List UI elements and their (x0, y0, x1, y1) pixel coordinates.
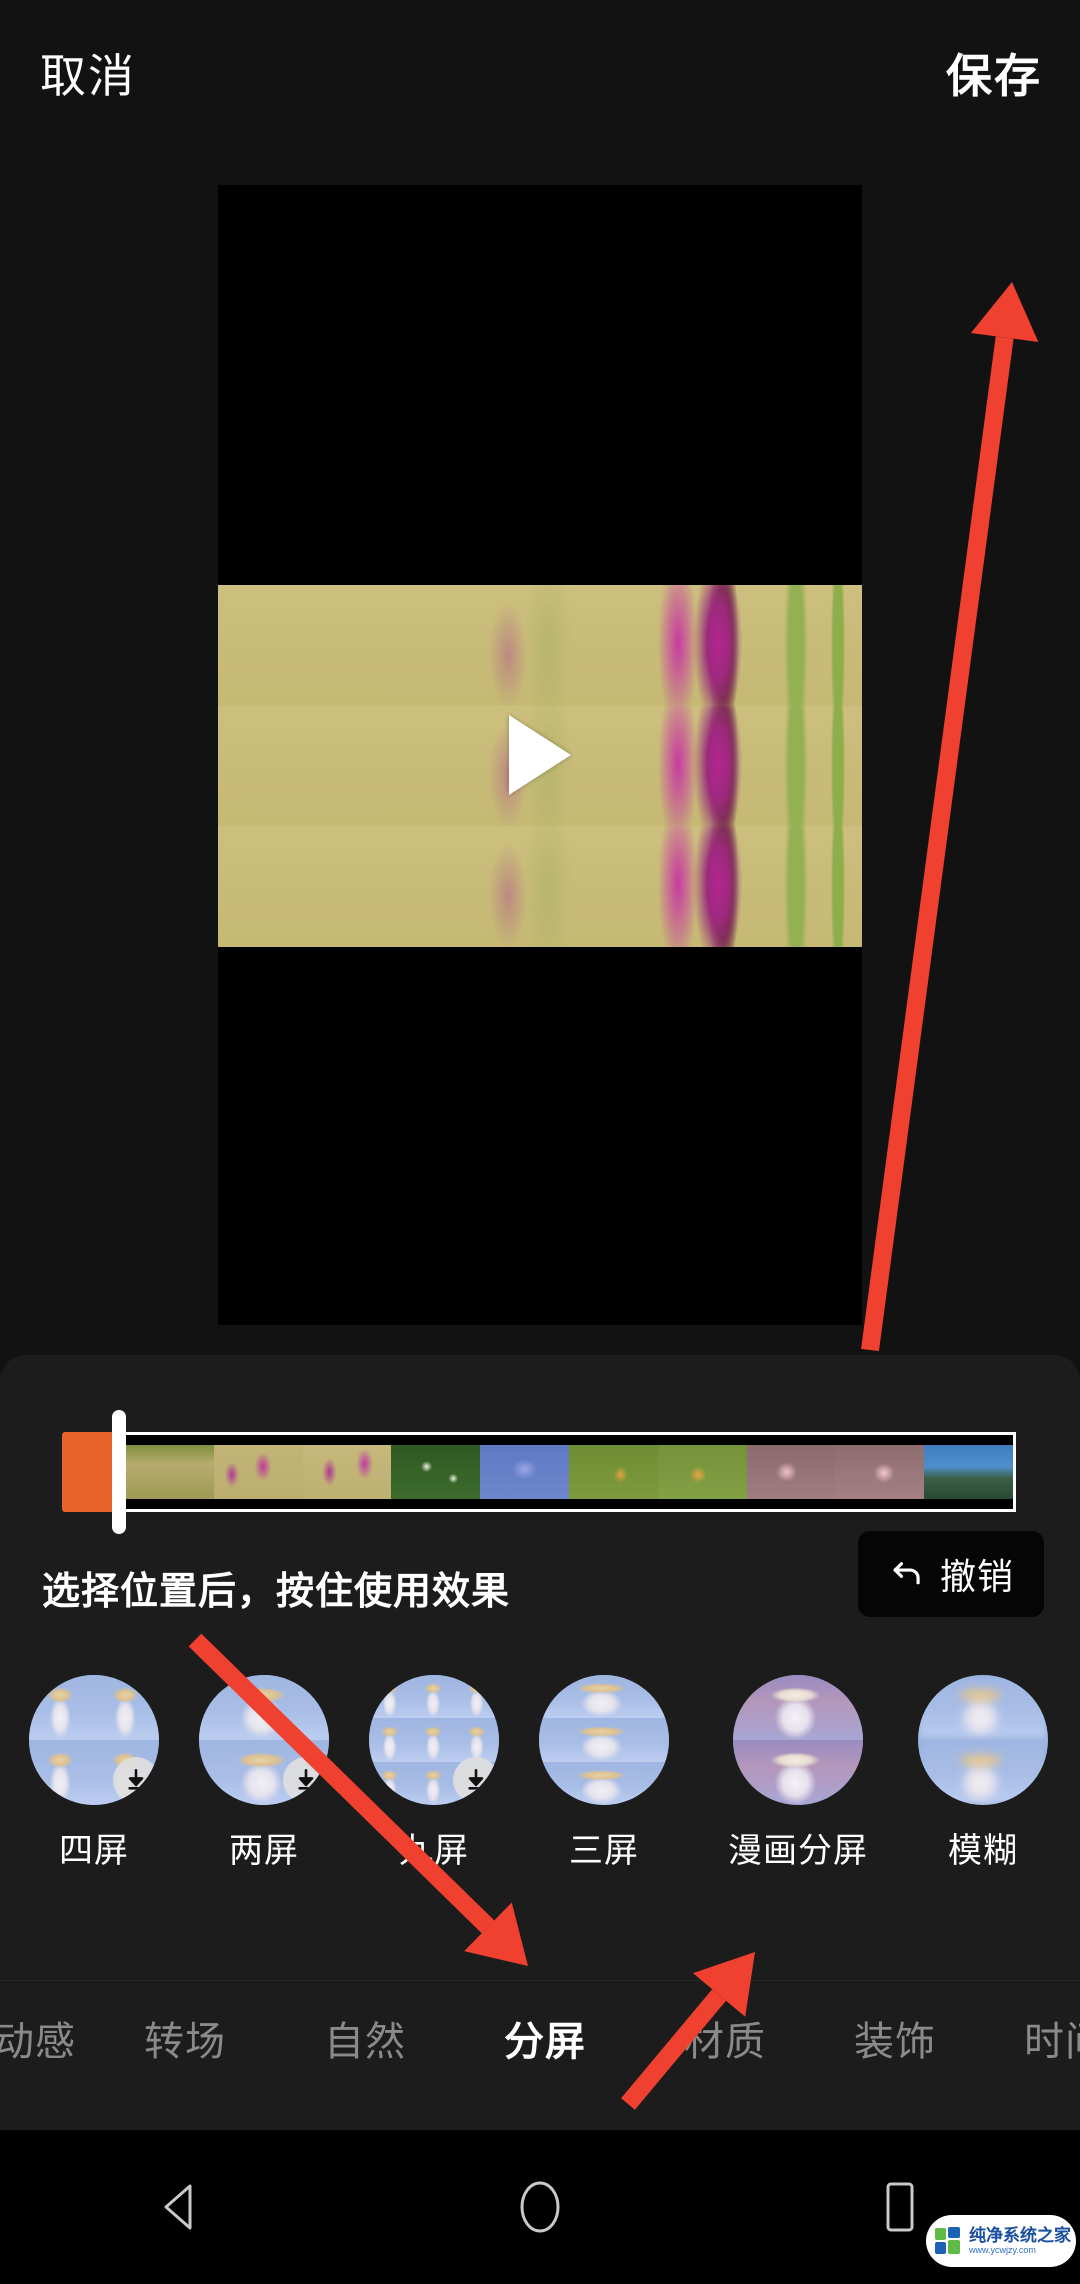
timeline-playhead[interactable] (112, 1410, 126, 1534)
timeline-frame (480, 1435, 569, 1509)
timeline-frame (302, 1435, 392, 1509)
site-watermark: 纯净系统之家 www.ycwjzy.com (926, 2215, 1076, 2267)
effects-list[interactable]: 四屏 两屏 九屏 三屏 漫画分屏 模糊 (0, 1675, 1080, 1905)
effect-thumbnail[interactable] (918, 1675, 1048, 1805)
android-navbar (0, 2130, 1080, 2284)
effect-label: 四屏 (59, 1832, 129, 1870)
effect-preview-grid (733, 1675, 863, 1805)
effect-item-漫画分屏[interactable]: 漫画分屏 (708, 1675, 888, 1872)
play-icon[interactable] (509, 715, 571, 795)
effect-item-两屏[interactable]: 两屏 (198, 1675, 330, 1872)
category-tabs[interactable]: 动感转场自然分屏材质装饰时间 (0, 1981, 1080, 2091)
tab-装饰[interactable]: 装饰 (830, 2009, 960, 2067)
tab-转场[interactable]: 转场 (120, 2009, 250, 2067)
effect-preview-cell (733, 1740, 863, 1805)
download-arrow-icon[interactable] (283, 1757, 329, 1803)
effect-preview-cell (539, 1761, 669, 1805)
effect-thumbnail[interactable] (369, 1675, 499, 1805)
circle-home-icon (520, 2181, 560, 2233)
effect-preview-cell (369, 1675, 413, 1719)
category-tabs-bar: 动感转场自然分屏材质装饰时间 (0, 1980, 1080, 2131)
effect-preview-grid (918, 1675, 1048, 1805)
effect-preview-cell (29, 1740, 94, 1805)
timeline-filmstrip[interactable] (122, 1432, 1016, 1512)
effect-preview-cell (539, 1718, 669, 1762)
video-canvas[interactable] (218, 185, 862, 1325)
effect-preview-cell (199, 1675, 329, 1740)
undo-arrow-icon (893, 1562, 920, 1585)
effect-thumbnail[interactable] (29, 1675, 159, 1805)
timeline-frame (657, 1435, 747, 1509)
preview-stage (0, 160, 1080, 1355)
effect-label: 两屏 (229, 1832, 299, 1870)
effect-preview-cell (733, 1675, 863, 1740)
timeline-frame (924, 1435, 1013, 1509)
watermark-url: www.ycwjzy.com (969, 2245, 1036, 2255)
app-root: 取消 保存 选择位置后，按住使用效果 撤销 四屏 两屏 九屏 三屏 漫画分屏 模… (0, 0, 1080, 2284)
download-arrow-icon[interactable] (113, 1757, 159, 1803)
effect-label: 三屏 (569, 1832, 639, 1870)
timeline-frame (213, 1435, 303, 1509)
tab-时间[interactable]: 时间 (1000, 2009, 1080, 2067)
undo-label: 撤销 (939, 1556, 1014, 1597)
download-arrow-icon[interactable] (453, 1757, 499, 1803)
timeline-frame (835, 1435, 924, 1509)
effect-thumbnail[interactable] (539, 1675, 669, 1805)
effect-thumbnail[interactable] (199, 1675, 329, 1805)
effect-preview-cell (918, 1675, 1048, 1740)
squares-logo-icon (934, 2226, 964, 2256)
app-header: 取消 保存 (0, 0, 1080, 160)
tab-分屏[interactable]: 分屏 (480, 2009, 610, 2067)
effect-thumbnail[interactable] (733, 1675, 863, 1805)
effect-preview-cell (412, 1675, 456, 1719)
tab-材质[interactable]: 材质 (660, 2009, 790, 2067)
save-button[interactable]: 保存 (946, 48, 1042, 104)
split-tile (218, 826, 862, 947)
effect-label: 九屏 (399, 1832, 469, 1870)
watermark-title: 纯净系统之家 (969, 2226, 1071, 2245)
effect-preview-cell (412, 1718, 456, 1762)
split-tile (218, 585, 862, 706)
effect-preview-cell (539, 1675, 669, 1719)
timeline-frame (391, 1435, 480, 1509)
triangle-back-icon (164, 2184, 192, 2230)
square-recents-icon (886, 2182, 914, 2232)
effect-preview-cell (369, 1718, 413, 1762)
effect-preview-cell (369, 1761, 413, 1805)
effect-preview-cell (918, 1740, 1048, 1805)
effect-item-九屏[interactable]: 九屏 (368, 1675, 500, 1872)
effect-item-模糊[interactable]: 模糊 (908, 1675, 1058, 1872)
effect-preview-cell (29, 1675, 94, 1740)
effect-preview-grid (539, 1675, 669, 1805)
tab-动感[interactable]: 动感 (0, 2009, 100, 2067)
editor-panel: 选择位置后，按住使用效果 撤销 四屏 两屏 九屏 三屏 漫画分屏 模糊 动感 转场 自然 分屏材… (0, 1355, 1080, 2130)
effect-label: 漫画分屏 (728, 1832, 868, 1870)
nav-home-button[interactable] (360, 2179, 720, 2235)
effect-item-四屏[interactable]: 四屏 (28, 1675, 160, 1872)
undo-button[interactable]: 撤销 (858, 1531, 1044, 1617)
effect-preview-cell (455, 1675, 499, 1719)
effect-item-三屏[interactable]: 三屏 (538, 1675, 670, 1872)
effect-label: 模糊 (948, 1832, 1018, 1870)
timeline-frame (746, 1435, 836, 1509)
cancel-button[interactable]: 取消 (40, 48, 136, 104)
effect-preview-cell (412, 1761, 456, 1805)
timeline-frame (125, 1435, 214, 1509)
usage-hint-text: 选择位置后，按住使用效果 (42, 1571, 511, 1613)
timeline-frame (568, 1435, 658, 1509)
effect-preview-cell (455, 1718, 499, 1762)
tab-自然[interactable]: 自然 (300, 2009, 430, 2067)
nav-back-button[interactable] (0, 2182, 360, 2232)
effect-preview-cell (94, 1675, 159, 1740)
timeline (0, 1410, 1080, 1534)
